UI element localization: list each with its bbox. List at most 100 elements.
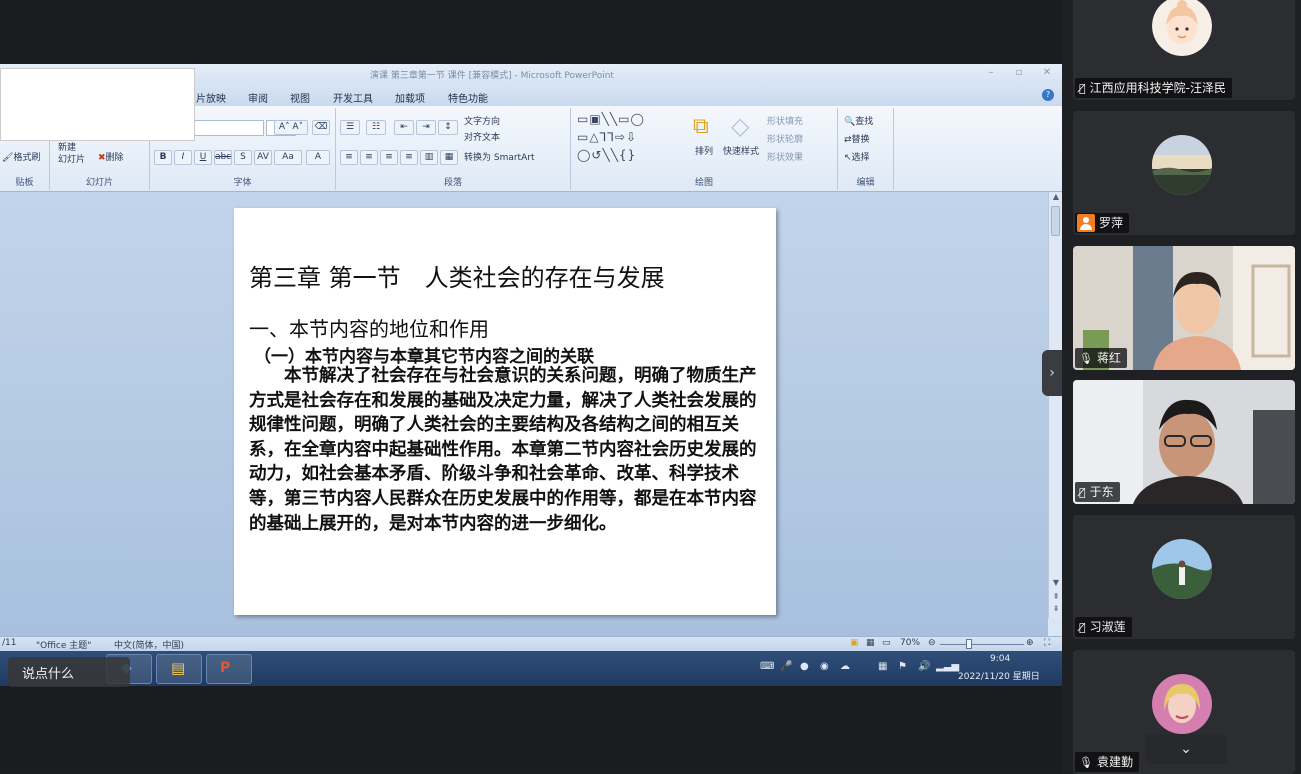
cloud-icon[interactable]: ☁ bbox=[840, 661, 850, 672]
shapes-gallery-icon-3[interactable]: ◯↺╲╲{} bbox=[577, 148, 636, 162]
tab-special[interactable]: 特色功能 bbox=[448, 90, 488, 105]
tab-view[interactable]: 视图 bbox=[290, 90, 310, 105]
quick-styles-button[interactable]: 快速样式 bbox=[723, 144, 759, 157]
text-direction-button[interactable]: 文字方向 bbox=[464, 114, 500, 127]
bullets-button[interactable]: ☰ bbox=[340, 120, 360, 135]
bold-button[interactable]: B bbox=[154, 150, 172, 165]
prev-slide-icon[interactable]: ⇞ bbox=[1049, 592, 1063, 601]
speaker-icon[interactable]: 🔊 bbox=[918, 661, 930, 672]
vertical-scrollbar[interactable]: ▲ ▼ ⇞ ⇟ bbox=[1048, 192, 1062, 618]
normal-view-icon[interactable]: ▣ bbox=[850, 638, 859, 648]
spacing-button[interactable]: AV bbox=[254, 150, 272, 165]
columns-button[interactable]: ▦ bbox=[440, 150, 458, 165]
align-right-button[interactable]: ≡ bbox=[380, 150, 398, 165]
tab-developer[interactable]: 开发工具 bbox=[333, 90, 373, 105]
grow-font-button[interactable]: A˄ A˅ bbox=[274, 120, 308, 135]
shield-icon[interactable]: ● bbox=[800, 661, 809, 672]
sorter-view-icon[interactable]: ▦ bbox=[866, 638, 875, 648]
collapse-panel-button[interactable]: › bbox=[1042, 350, 1062, 396]
minimize-icon[interactable]: – bbox=[984, 67, 998, 79]
language: 中文(简体，中国) bbox=[114, 641, 185, 651]
find-button[interactable]: 🔍查找 bbox=[844, 114, 873, 127]
network-icon[interactable]: ◉ bbox=[820, 661, 829, 672]
font-color-button[interactable]: A bbox=[306, 150, 330, 165]
participant-name: 罗萍 bbox=[1075, 213, 1130, 233]
scroll-down-icon[interactable]: ▼ bbox=[1049, 578, 1063, 587]
arrange-button[interactable]: 排列 bbox=[695, 144, 713, 157]
font-name-combo[interactable] bbox=[192, 120, 264, 136]
justify-button[interactable]: ≡ bbox=[400, 150, 418, 165]
zoom-slider[interactable] bbox=[940, 644, 1024, 645]
scroll-up-icon[interactable]: ▲ bbox=[1049, 192, 1063, 201]
align-text-button[interactable]: 对齐文本 bbox=[464, 130, 500, 143]
mic-tray-icon[interactable]: 🎤 bbox=[780, 661, 792, 672]
shapes-gallery-icon-2[interactable]: ▭△⅂⅂⇨⇩ bbox=[577, 130, 637, 144]
replace-button[interactable]: ⇄替换 bbox=[844, 132, 870, 145]
brush-icon: 🖌 bbox=[2, 153, 14, 163]
mic-off-icon: 🎙̸ bbox=[1079, 82, 1086, 95]
new-slide-button[interactable]: 新建 幻灯片 bbox=[58, 142, 85, 166]
participant-tile[interactable]: 🎙̸ 江西应用科技学院-汪泽民 bbox=[1073, 0, 1295, 100]
slideshow-view-icon[interactable]: ▭ bbox=[882, 638, 891, 648]
say-something-input[interactable]: 说点什么 bbox=[8, 657, 130, 687]
participant-name: 🎙̸ 于东 bbox=[1075, 482, 1120, 502]
change-case-button[interactable]: Aa bbox=[274, 150, 302, 165]
arrange-icon: ⧉ bbox=[693, 114, 709, 139]
more-participants-button[interactable]: ⌄ bbox=[1145, 734, 1227, 764]
zoom-slider-thumb[interactable] bbox=[966, 639, 972, 649]
italic-button[interactable]: I bbox=[174, 150, 192, 165]
signal-icon[interactable]: ▂▃▅ bbox=[936, 661, 959, 672]
numbering-button[interactable]: ☷ bbox=[366, 120, 386, 135]
chevron-down-icon: ⌄ bbox=[1180, 741, 1192, 757]
clock-time[interactable]: 9:04 bbox=[990, 654, 1010, 664]
close-icon[interactable]: ✕ bbox=[1040, 67, 1054, 79]
tab-slideshow[interactable]: 片放映 bbox=[196, 90, 226, 105]
line-spacing-button[interactable]: ↕ bbox=[438, 120, 458, 135]
scroll-thumb[interactable] bbox=[1051, 206, 1060, 236]
underline-button[interactable]: U bbox=[194, 150, 212, 165]
quick-styles-icon: ◇ bbox=[731, 112, 750, 140]
align-left-button[interactable]: ≡ bbox=[340, 150, 358, 165]
clear-format-button[interactable]: ⌫ bbox=[312, 120, 330, 135]
avatar bbox=[1152, 674, 1212, 734]
tab-addins[interactable]: 加载项 bbox=[395, 90, 425, 105]
shapes-gallery-icon[interactable]: ▭▣╲╲▭◯ bbox=[577, 112, 645, 126]
align-center-button[interactable]: ≡ bbox=[360, 150, 378, 165]
participant-tile-video[interactable]: 🎙̸ 于东 bbox=[1073, 380, 1295, 504]
zoom-in-icon[interactable]: ⊕ bbox=[1026, 638, 1034, 648]
participant-tile[interactable]: 🎙̸ 习淑莲 bbox=[1073, 515, 1295, 639]
distribute-button[interactable]: ▥ bbox=[420, 150, 438, 165]
increase-indent-button[interactable]: ⇥ bbox=[416, 120, 436, 135]
help-icon[interactable]: ? bbox=[1042, 89, 1054, 101]
taskbar-app-powerpoint[interactable]: P bbox=[206, 654, 252, 684]
next-slide-icon[interactable]: ⇟ bbox=[1049, 604, 1063, 613]
smartart-button[interactable]: 转换为 SmartArt bbox=[464, 150, 534, 163]
select-button[interactable]: ↖选择 bbox=[844, 150, 870, 163]
tab-review[interactable]: 审阅 bbox=[248, 90, 268, 105]
shape-fill-button[interactable]: 形状填充 bbox=[767, 114, 803, 127]
tray-app-icon[interactable]: ▦ bbox=[878, 661, 887, 672]
participant-tile[interactable]: 罗萍 bbox=[1073, 111, 1295, 235]
clock-date[interactable]: 2022/11/20 星期日 bbox=[958, 669, 1040, 682]
decrease-indent-button[interactable]: ⇤ bbox=[394, 120, 414, 135]
restore-icon[interactable]: ▫ bbox=[1012, 67, 1026, 79]
taskbar-app-explorer[interactable]: ▤ bbox=[156, 654, 202, 684]
fit-window-icon[interactable]: ⛶ bbox=[1044, 638, 1050, 648]
strikethrough-button[interactable]: abc bbox=[214, 150, 232, 165]
keyboard-icon[interactable]: ⌨ bbox=[760, 661, 774, 672]
shadow-button[interactable]: S bbox=[234, 150, 252, 165]
zoom-out-icon[interactable]: ⊖ bbox=[928, 638, 936, 648]
shape-effects-button[interactable]: 形状效果 bbox=[767, 150, 803, 163]
replace-icon: ⇄ bbox=[844, 135, 852, 145]
slide-count: /11 bbox=[2, 638, 17, 648]
slide[interactable]: 第三章 第一节 人类社会的存在与发展 一、本节内容的地位和作用 （一）本节内容与… bbox=[234, 208, 776, 615]
group-editing: 🔍查找 ⇄替换 ↖选择 编辑 bbox=[838, 108, 894, 190]
format-painter-button[interactable]: 🖌格式刷 bbox=[2, 150, 40, 163]
flag-icon[interactable]: ⚑ bbox=[898, 661, 907, 672]
delete-slide-button[interactable]: ✖删除 bbox=[98, 150, 124, 163]
windows-taskbar: ◆ ▤ P ⌨ 🎤 ● ◉ ☁ ▦ ⚑ 🔊 ▂▃▅ bbox=[0, 651, 1062, 686]
shape-outline-button[interactable]: 形状轮廓 bbox=[767, 132, 803, 145]
group-drawing: ▭▣╲╲▭◯ ▭△⅂⅂⇨⇩ ◯↺╲╲{} ⧉ 排列 ◇ 快速样式 形状填充 形状… bbox=[571, 108, 838, 190]
zoom-level[interactable]: 70% bbox=[900, 638, 920, 648]
participant-tile-video[interactable]: 🎙 蒋红 bbox=[1073, 246, 1295, 370]
